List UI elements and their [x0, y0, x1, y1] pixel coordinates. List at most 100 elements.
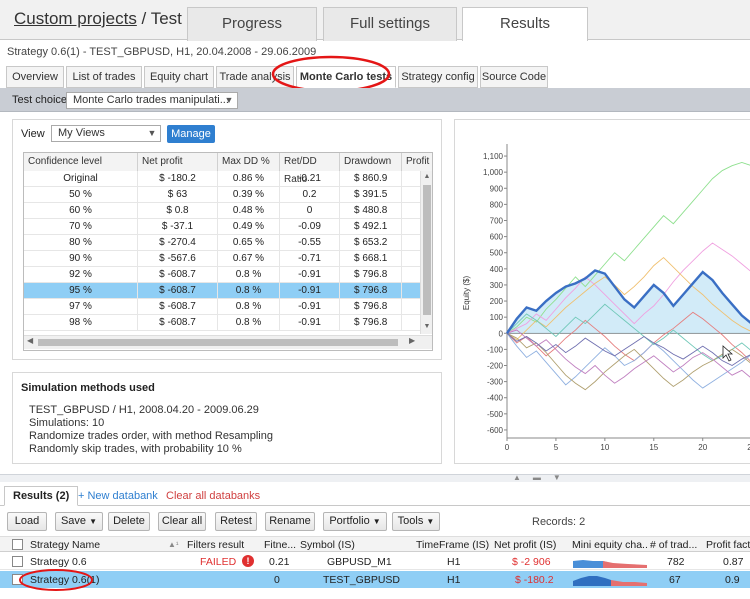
- col-confidence-level[interactable]: Confidence level: [24, 153, 138, 171]
- grid-row[interactable]: 98 % $ -608.7 0.8 % -0.91 $ 796.8: [24, 315, 420, 331]
- row-checkbox[interactable]: [12, 556, 23, 567]
- subtab-source-code[interactable]: Source Code: [480, 66, 548, 88]
- grid-cell: $ 668.1: [340, 251, 402, 267]
- col-net-profit[interactable]: Net profit: [138, 153, 218, 171]
- load-button[interactable]: Load: [7, 512, 47, 531]
- col-strategy-name[interactable]: Strategy Name ▲¹: [30, 537, 180, 553]
- col-num-trades[interactable]: # of trad...: [650, 537, 706, 553]
- tab-progress[interactable]: Progress: [187, 7, 317, 41]
- table-row[interactable]: Strategy 0.6 FAILED ! 0.21 GBPUSD_M1 H1 …: [0, 553, 750, 570]
- grid-cell: $ 492.1: [340, 219, 402, 235]
- col-net-profit-is[interactable]: Net profit (IS): [494, 537, 570, 553]
- grid-cell: 0: [280, 203, 340, 219]
- grid-row[interactable]: Original $ -180.2 0.86 % -0.21 $ 860.9: [24, 171, 420, 187]
- grid-cell: $ -567.6: [138, 251, 218, 267]
- y-tick-label: 1,100: [483, 152, 504, 161]
- test-choice-select[interactable]: Monte Carlo trades manipulati... ▼: [66, 92, 238, 109]
- subtab-equity-chart[interactable]: Equity chart: [144, 66, 214, 88]
- col-mini-equity[interactable]: Mini equity cha...: [572, 537, 648, 553]
- tab-results[interactable]: Results: [462, 7, 588, 41]
- grid-vscroll-thumb[interactable]: [423, 185, 431, 315]
- tab-full-settings[interactable]: Full settings: [323, 7, 457, 41]
- grid-cell: 0.86 %: [218, 171, 280, 187]
- clear-all-databanks-link[interactable]: Clear all databanks: [166, 490, 260, 502]
- y-tick-label: 500: [490, 249, 504, 258]
- panel-splitter[interactable]: ▲▬▼: [0, 473, 750, 482]
- col-strategy-name-label: Strategy Name: [30, 539, 101, 551]
- grid-cell: 0.8 %: [218, 267, 280, 283]
- scroll-left-icon[interactable]: ◀: [27, 336, 33, 345]
- rename-button[interactable]: Rename: [265, 512, 315, 531]
- table-row-selected[interactable]: Strategy 0.6(1) 0 TEST_GBPUSD H1 $ -180.…: [0, 571, 750, 588]
- grid-hscroll-thumb[interactable]: [38, 339, 398, 346]
- title-separator: /: [136, 9, 151, 28]
- grid-row[interactable]: 97 % $ -608.7 0.8 % -0.91 $ 796.8: [24, 299, 420, 315]
- y-tick-label: 600: [490, 233, 504, 242]
- col-profit[interactable]: Profit: [402, 153, 432, 171]
- trades-value: 67: [669, 574, 681, 586]
- splitter-controls-icon[interactable]: ▲▬▼: [513, 473, 573, 482]
- col-symbol[interactable]: Symbol (IS): [300, 537, 380, 553]
- sim-line: Randomly skip trades, with probability 1…: [29, 443, 242, 455]
- col-fitness[interactable]: Fitne...: [264, 537, 298, 553]
- scroll-right-icon[interactable]: ▶: [409, 336, 415, 345]
- grid-row[interactable]: 50 % $ 63 0.39 % 0.2 $ 391.5: [24, 187, 420, 203]
- view-select[interactable]: My Views ▼: [51, 125, 161, 142]
- subtab-strategy-config[interactable]: Strategy config: [398, 66, 478, 88]
- grid-hscrollbar[interactable]: ◀ ▶: [24, 335, 432, 349]
- mouse-cursor-icon: [722, 345, 734, 362]
- grid-cell: $ -608.7: [138, 315, 218, 331]
- clear-all-button[interactable]: Clear all: [158, 512, 206, 531]
- grid-row[interactable]: 95 % $ -608.7 0.8 % -0.91 $ 796.8: [24, 283, 420, 299]
- confidence-grid: Confidence level Net profit Max DD % Ret…: [23, 152, 433, 351]
- subtab-overview[interactable]: Overview: [6, 66, 64, 88]
- col-drawdown[interactable]: Drawdown: [340, 153, 402, 171]
- save-button[interactable]: Save ▼: [55, 512, 103, 531]
- grid-row[interactable]: 92 % $ -608.7 0.8 % -0.91 $ 796.8: [24, 267, 420, 283]
- simulation-lines: TEST_GBPUSD / H1, 2008.04.20 - 2009.06.2…: [29, 404, 273, 456]
- grid-cell: 95 %: [24, 283, 138, 299]
- grid-cell: $ 391.5: [340, 187, 402, 203]
- simulation-title: Simulation methods used: [21, 382, 155, 394]
- x-tick-label: 0: [505, 443, 510, 452]
- grid-row[interactable]: 80 % $ -270.4 0.65 % -0.55 $ 653.2: [24, 235, 420, 251]
- col-max-dd[interactable]: Max DD %: [218, 153, 280, 171]
- retest-button[interactable]: Retest: [215, 512, 257, 531]
- databank-tabbar: Results (2) + New databank Clear all dat…: [0, 482, 750, 506]
- grid-row[interactable]: 90 % $ -567.6 0.67 % -0.71 $ 668.1: [24, 251, 420, 267]
- x-tick-label: 20: [698, 443, 707, 452]
- custom-projects-link[interactable]: Custom projects: [14, 9, 137, 28]
- scroll-down-icon[interactable]: ▼: [421, 323, 432, 330]
- fitness-value: 0.21: [269, 556, 290, 568]
- delete-button[interactable]: Delete: [108, 512, 150, 531]
- grid-cell: 97 %: [24, 299, 138, 315]
- col-profit-factor[interactable]: Profit facto...: [706, 537, 750, 553]
- grid-cell: $ -608.7: [138, 283, 218, 299]
- tools-button-label: Tools: [397, 515, 424, 527]
- manage-button[interactable]: Manage: [167, 125, 215, 143]
- tools-button[interactable]: Tools ▼: [392, 512, 440, 531]
- col-ret-dd[interactable]: Ret/DD Ratio: [280, 153, 340, 185]
- new-databank-link[interactable]: + New databank: [78, 490, 158, 502]
- fitness-value: 0: [274, 574, 280, 586]
- select-all-checkbox[interactable]: [12, 539, 23, 550]
- grid-cell: 0.8 %: [218, 299, 280, 315]
- grid-cell: $ 860.9: [340, 171, 402, 187]
- subtab-list-of-trades[interactable]: List of trades: [66, 66, 142, 88]
- chevron-down-icon: ▼: [224, 95, 234, 105]
- portfolio-button[interactable]: Portfolio ▼: [323, 512, 387, 531]
- grid-cell: $ -608.7: [138, 299, 218, 315]
- grid-row[interactable]: 60 % $ 0.8 0.48 % 0 $ 480.8: [24, 203, 420, 219]
- grid-row[interactable]: 70 % $ -37.1 0.49 % -0.09 $ 492.1: [24, 219, 420, 235]
- equity-chart: 1,1001,0009008007006005004003002001000-1…: [462, 144, 750, 452]
- col-filters-result[interactable]: Filters result: [187, 537, 257, 553]
- mini-equity-chart: [573, 576, 647, 586]
- save-button-label: Save: [60, 515, 87, 527]
- databank-tab-results[interactable]: Results (2): [4, 486, 79, 506]
- grid-cell: -0.09: [280, 219, 340, 235]
- grid-cell: -0.21: [280, 171, 340, 187]
- grid-vscrollbar[interactable]: ▲ ▼: [420, 171, 432, 334]
- scroll-up-icon[interactable]: ▲: [421, 173, 432, 180]
- error-icon[interactable]: !: [242, 555, 254, 567]
- col-timeframe[interactable]: TimeFrame (IS): [416, 537, 496, 553]
